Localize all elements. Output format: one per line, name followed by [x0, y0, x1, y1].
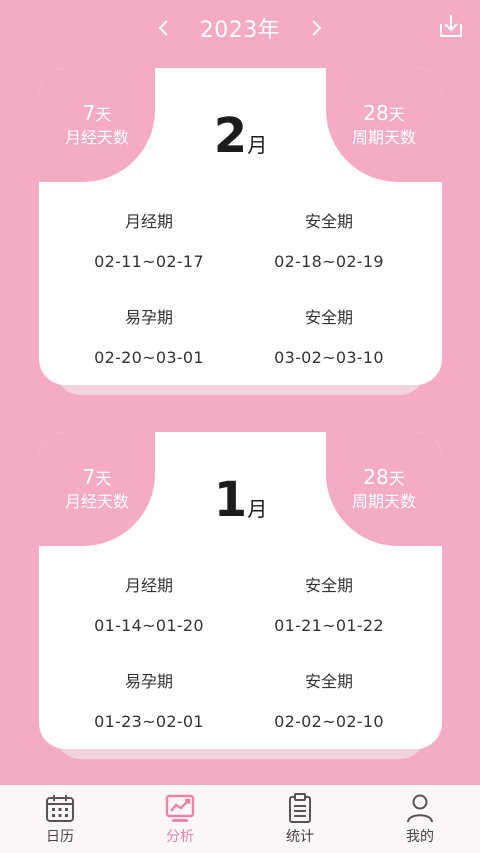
month-number: 1: [213, 472, 248, 528]
phase-title: 安全期: [304, 672, 353, 691]
tab-label: 日历: [46, 829, 74, 845]
download-icon: [440, 15, 462, 37]
tab-label: 统计: [286, 829, 314, 845]
card-body: 7天 月经天数 28天 周期天数 1月 月经期 01-14~01-20 安全期 …: [39, 432, 442, 749]
month-number: 2: [213, 108, 248, 164]
tab-label: 我的: [406, 829, 434, 845]
phase-range: 02-11~02-17: [94, 252, 204, 271]
phase-menstrual: 月经期 02-11~02-17: [49, 208, 249, 271]
phase-safe-2: 安全期 03-02~03-10: [229, 304, 429, 367]
prev-year-button[interactable]: [150, 14, 178, 42]
download-button[interactable]: [438, 12, 464, 40]
month-card: 7天 月经天数 28天 周期天数 2月 月经期 02-11~02-17 安全期 …: [39, 68, 442, 395]
phase-title: 安全期: [304, 212, 353, 231]
bottom-tab-bar: 日历 分析 统计 我的: [0, 785, 480, 853]
tab-statistics[interactable]: 统计: [240, 785, 360, 853]
phase-range: 03-02~03-10: [274, 348, 384, 367]
phase-safe-2: 安全期 02-02~02-10: [229, 668, 429, 731]
phase-fertile: 易孕期 01-23~02-01: [49, 668, 249, 731]
phase-title: 月经期: [124, 576, 173, 595]
month-title: 1月: [39, 472, 442, 528]
phase-title: 安全期: [304, 576, 353, 595]
phase-range: 02-20~03-01: [94, 348, 204, 367]
phase-range: 01-21~01-22: [274, 616, 384, 635]
phase-range: 01-14~01-20: [94, 616, 204, 635]
month-title: 2月: [39, 108, 442, 164]
phase-title: 易孕期: [124, 672, 173, 691]
phase-safe-1: 安全期 01-21~01-22: [229, 572, 429, 635]
phase-title: 安全期: [304, 308, 353, 327]
tab-label: 分析: [166, 829, 194, 845]
phase-menstrual: 月经期 01-14~01-20: [49, 572, 249, 635]
chart-icon: [165, 794, 195, 822]
year-selector: 2023年: [0, 0, 480, 56]
phase-range: 02-02~02-10: [274, 712, 384, 731]
month-unit: 月: [247, 497, 268, 521]
tab-calendar[interactable]: 日历: [0, 785, 120, 853]
phase-title: 月经期: [124, 212, 173, 231]
phase-title: 易孕期: [124, 308, 173, 327]
tab-mine[interactable]: 我的: [360, 785, 480, 853]
next-year-button[interactable]: [302, 14, 330, 42]
phase-safe-1: 安全期 02-18~02-19: [229, 208, 429, 271]
user-icon: [407, 794, 433, 823]
chevron-left-icon: [158, 20, 168, 36]
calendar-icon: [46, 795, 74, 822]
year-title: 2023年: [199, 18, 281, 43]
phase-fertile: 易孕期 02-20~03-01: [49, 304, 249, 367]
card-body: 7天 月经天数 28天 周期天数 2月 月经期 02-11~02-17 安全期 …: [39, 68, 442, 385]
tab-analysis[interactable]: 分析: [120, 785, 240, 853]
chevron-right-icon: [312, 20, 322, 36]
clipboard-icon: [289, 793, 311, 823]
month-unit: 月: [247, 133, 268, 157]
month-card: 7天 月经天数 28天 周期天数 1月 月经期 01-14~01-20 安全期 …: [39, 432, 442, 759]
phase-range: 02-18~02-19: [274, 252, 384, 271]
phase-range: 01-23~02-01: [94, 712, 204, 731]
